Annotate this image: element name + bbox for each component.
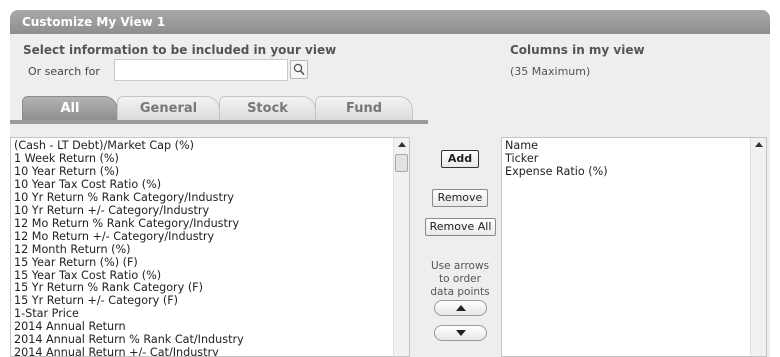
available-field-item[interactable]: 1 Week Return (%) [11, 152, 409, 166]
available-fields-list[interactable]: (Cash - LT Debt)/Market Cap (%) 1 Week Re… [10, 137, 410, 357]
order-hint-line: to order [439, 273, 481, 285]
search-input[interactable] [114, 59, 288, 81]
scroll-thumb[interactable] [395, 154, 408, 172]
triangle-up-icon [755, 142, 763, 147]
add-button[interactable]: Add [441, 150, 479, 168]
tab-fund[interactable]: Fund [315, 96, 413, 120]
remove-all-button[interactable]: Remove All [425, 218, 496, 236]
columns-max-note: (35 Maximum) [510, 65, 591, 78]
remove-button[interactable]: Remove [432, 189, 488, 207]
order-hint-line: data points [430, 286, 490, 298]
columns-heading: Columns in my view [510, 43, 645, 57]
available-field-item[interactable]: 15 Year Return (%) (F) [11, 256, 409, 270]
selected-column-item[interactable]: Expense Ratio (%) [502, 165, 766, 179]
move-down-button[interactable] [434, 325, 487, 341]
triangle-down-icon [455, 330, 466, 336]
available-field-item[interactable]: (Cash - LT Debt)/Market Cap (%) [11, 139, 409, 153]
available-field-item[interactable]: 10 Year Tax Cost Ratio (%) [11, 178, 409, 192]
available-list-scrollbar[interactable] [393, 138, 409, 356]
selected-column-item[interactable]: Ticker [502, 152, 766, 166]
selected-list-scrollbar[interactable] [750, 138, 766, 356]
customize-view-dialog: Customize My View 1 Select information t… [10, 10, 770, 357]
order-hint: Use arrows to order data points [419, 260, 501, 299]
tab-stock[interactable]: Stock [219, 96, 316, 120]
available-field-item[interactable]: 10 Year Return (%) [11, 165, 409, 179]
move-up-button[interactable] [434, 300, 487, 316]
scroll-up-button[interactable] [394, 138, 409, 152]
selected-column-item[interactable]: Name [502, 139, 766, 153]
order-hint-line: Use arrows [430, 260, 490, 272]
triangle-up-icon [398, 142, 406, 147]
tabs-divider [10, 120, 428, 124]
selected-columns-list[interactable]: Name Ticker Expense Ratio (%) [501, 137, 767, 357]
tab-general[interactable]: General [117, 96, 220, 120]
tab-all[interactable]: All [22, 96, 118, 120]
search-button[interactable] [290, 60, 308, 79]
scroll-up-button[interactable] [751, 138, 766, 152]
select-info-heading: Select information to be included in you… [23, 43, 337, 57]
dialog-title: Customize My View 1 [10, 10, 770, 34]
available-field-item[interactable]: 10 Yr Return +/- Category/Industry [11, 204, 409, 218]
available-field-item[interactable]: 12 Mo Return % Rank Category/Industry [11, 217, 409, 231]
triangle-up-icon [455, 305, 466, 311]
available-field-item[interactable]: 10 Yr Return % Rank Category/Industry [11, 191, 409, 205]
available-field-item[interactable]: 2014 Annual Return +/- Cat/Industry [11, 346, 409, 356]
available-field-item[interactable]: 12 Month Return (%) [11, 243, 409, 257]
magnifier-icon [293, 63, 305, 76]
available-field-item[interactable]: 12 Mo Return +/- Category/Industry [11, 230, 409, 244]
search-label: Or search for [28, 65, 100, 78]
